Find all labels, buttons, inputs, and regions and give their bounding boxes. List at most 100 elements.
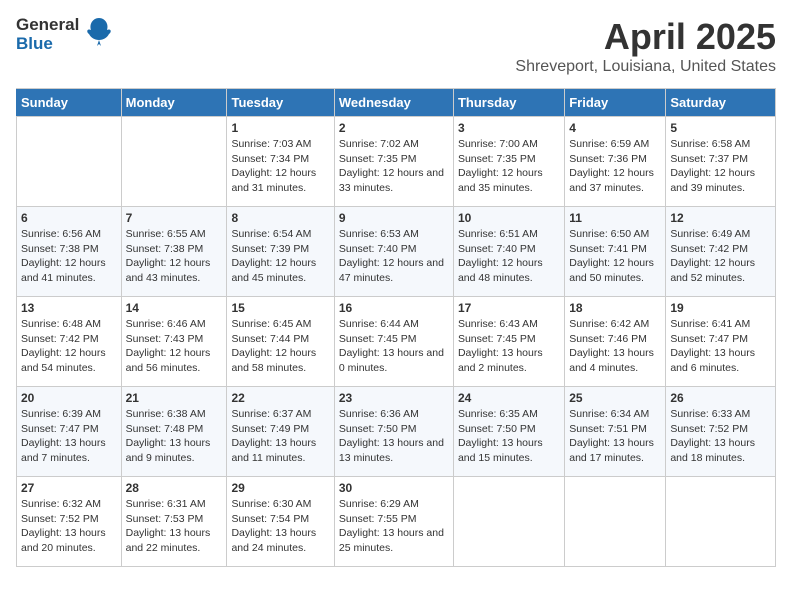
day-info: Sunrise: 6:43 AM Sunset: 7:45 PM Dayligh… — [458, 317, 560, 376]
day-info: Sunrise: 6:42 AM Sunset: 7:46 PM Dayligh… — [569, 317, 661, 376]
logo-blue: Blue — [16, 35, 79, 54]
calendar-cell: 4 Sunrise: 6:59 AM Sunset: 7:36 PM Daylig… — [565, 117, 666, 207]
column-header-friday: Friday — [565, 89, 666, 117]
day-info: Sunrise: 6:49 AM Sunset: 7:42 PM Dayligh… — [670, 227, 771, 286]
logo-bird-icon — [85, 16, 113, 53]
day-number: 5 — [670, 121, 771, 135]
day-number: 15 — [231, 301, 329, 315]
calendar-cell — [666, 477, 776, 567]
day-number: 2 — [339, 121, 449, 135]
day-info: Sunrise: 7:00 AM Sunset: 7:35 PM Dayligh… — [458, 137, 560, 196]
column-header-monday: Monday — [121, 89, 227, 117]
calendar-cell: 3 Sunrise: 7:00 AM Sunset: 7:35 PM Daylig… — [453, 117, 564, 207]
day-info: Sunrise: 7:03 AM Sunset: 7:34 PM Dayligh… — [231, 137, 329, 196]
calendar-cell: 13 Sunrise: 6:48 AM Sunset: 7:42 PM Dayli… — [17, 297, 122, 387]
day-number: 14 — [126, 301, 223, 315]
day-info: Sunrise: 6:36 AM Sunset: 7:50 PM Dayligh… — [339, 407, 449, 466]
day-number: 27 — [21, 481, 117, 495]
calendar-cell: 28 Sunrise: 6:31 AM Sunset: 7:53 PM Dayli… — [121, 477, 227, 567]
day-info: Sunrise: 6:45 AM Sunset: 7:44 PM Dayligh… — [231, 317, 329, 376]
calendar-cell: 1Sunrise: 7:03 AM Sunset: 7:34 PM Daylig… — [227, 117, 334, 207]
calendar-cell: 10 Sunrise: 6:51 AM Sunset: 7:40 PM Dayli… — [453, 207, 564, 297]
calendar-cell: 22 Sunrise: 6:37 AM Sunset: 7:49 PM Dayli… — [227, 387, 334, 477]
day-number: 25 — [569, 391, 661, 405]
title-block: April 2025 Shreveport, Louisiana, United… — [515, 16, 776, 76]
calendar-cell — [121, 117, 227, 207]
day-number: 20 — [21, 391, 117, 405]
day-number: 7 — [126, 211, 223, 225]
day-number: 23 — [339, 391, 449, 405]
day-number: 10 — [458, 211, 560, 225]
column-header-tuesday: Tuesday — [227, 89, 334, 117]
day-number: 4 — [569, 121, 661, 135]
calendar-cell: 5 Sunrise: 6:58 AM Sunset: 7:37 PM Daylig… — [666, 117, 776, 207]
calendar-cell: 14 Sunrise: 6:46 AM Sunset: 7:43 PM Dayli… — [121, 297, 227, 387]
day-info: Sunrise: 6:33 AM Sunset: 7:52 PM Dayligh… — [670, 407, 771, 466]
calendar-cell — [565, 477, 666, 567]
day-info: Sunrise: 6:59 AM Sunset: 7:36 PM Dayligh… — [569, 137, 661, 196]
day-number: 19 — [670, 301, 771, 315]
calendar-cell: 26Sunrise: 6:33 AM Sunset: 7:52 PM Dayli… — [666, 387, 776, 477]
calendar-cell: 27 Sunrise: 6:32 AM Sunset: 7:52 PM Dayli… — [17, 477, 122, 567]
calendar-cell: 24Sunrise: 6:35 AM Sunset: 7:50 PM Dayli… — [453, 387, 564, 477]
day-info: Sunrise: 6:38 AM Sunset: 7:48 PM Dayligh… — [126, 407, 223, 466]
day-number: 17 — [458, 301, 560, 315]
calendar-cell: 8Sunrise: 6:54 AM Sunset: 7:39 PM Daylig… — [227, 207, 334, 297]
calendar-cell: 12Sunrise: 6:49 AM Sunset: 7:42 PM Dayli… — [666, 207, 776, 297]
calendar-cell: 17 Sunrise: 6:43 AM Sunset: 7:45 PM Dayli… — [453, 297, 564, 387]
day-info: Sunrise: 6:35 AM Sunset: 7:50 PM Dayligh… — [458, 407, 560, 466]
calendar-week-row: 20 Sunrise: 6:39 AM Sunset: 7:47 PM Dayli… — [17, 387, 776, 477]
main-title: April 2025 — [515, 16, 776, 58]
day-info: Sunrise: 7:02 AM Sunset: 7:35 PM Dayligh… — [339, 137, 449, 196]
calendar-cell — [453, 477, 564, 567]
column-header-thursday: Thursday — [453, 89, 564, 117]
day-info: Sunrise: 6:58 AM Sunset: 7:37 PM Dayligh… — [670, 137, 771, 196]
subtitle: Shreveport, Louisiana, United States — [515, 58, 776, 76]
calendar-cell: 11Sunrise: 6:50 AM Sunset: 7:41 PM Dayli… — [565, 207, 666, 297]
calendar-cell: 25Sunrise: 6:34 AM Sunset: 7:51 PM Dayli… — [565, 387, 666, 477]
calendar-table: SundayMondayTuesdayWednesdayThursdayFrid… — [16, 88, 776, 567]
calendar-cell: 19Sunrise: 6:41 AM Sunset: 7:47 PM Dayli… — [666, 297, 776, 387]
day-info: Sunrise: 6:46 AM Sunset: 7:43 PM Dayligh… — [126, 317, 223, 376]
day-info: Sunrise: 6:39 AM Sunset: 7:47 PM Dayligh… — [21, 407, 117, 466]
column-header-saturday: Saturday — [666, 89, 776, 117]
logo: General Blue — [16, 16, 113, 53]
day-number: 11 — [569, 211, 661, 225]
day-number: 8 — [231, 211, 329, 225]
calendar-cell: 23 Sunrise: 6:36 AM Sunset: 7:50 PM Dayli… — [334, 387, 453, 477]
header: General Blue April 2025 Shreveport, Loui… — [16, 16, 776, 76]
day-info: Sunrise: 6:48 AM Sunset: 7:42 PM Dayligh… — [21, 317, 117, 376]
day-info: Sunrise: 6:55 AM Sunset: 7:38 PM Dayligh… — [126, 227, 223, 286]
calendar-cell: 20 Sunrise: 6:39 AM Sunset: 7:47 PM Dayli… — [17, 387, 122, 477]
day-info: Sunrise: 6:53 AM Sunset: 7:40 PM Dayligh… — [339, 227, 449, 286]
day-number: 30 — [339, 481, 449, 495]
day-number: 3 — [458, 121, 560, 135]
calendar-cell: 6Sunrise: 6:56 AM Sunset: 7:38 PM Daylig… — [17, 207, 122, 297]
calendar-cell: 9Sunrise: 6:53 AM Sunset: 7:40 PM Daylig… — [334, 207, 453, 297]
calendar-cell — [17, 117, 122, 207]
day-info: Sunrise: 6:37 AM Sunset: 7:49 PM Dayligh… — [231, 407, 329, 466]
day-info: Sunrise: 6:31 AM Sunset: 7:53 PM Dayligh… — [126, 497, 223, 556]
day-number: 13 — [21, 301, 117, 315]
calendar-week-row: 6Sunrise: 6:56 AM Sunset: 7:38 PM Daylig… — [17, 207, 776, 297]
calendar-cell: 21 Sunrise: 6:38 AM Sunset: 7:48 PM Dayli… — [121, 387, 227, 477]
day-info: Sunrise: 6:29 AM Sunset: 7:55 PM Dayligh… — [339, 497, 449, 556]
day-info: Sunrise: 6:32 AM Sunset: 7:52 PM Dayligh… — [21, 497, 117, 556]
day-info: Sunrise: 6:30 AM Sunset: 7:54 PM Dayligh… — [231, 497, 329, 556]
day-number: 18 — [569, 301, 661, 315]
calendar-cell: 29 Sunrise: 6:30 AM Sunset: 7:54 PM Dayli… — [227, 477, 334, 567]
column-header-sunday: Sunday — [17, 89, 122, 117]
day-info: Sunrise: 6:51 AM Sunset: 7:40 PM Dayligh… — [458, 227, 560, 286]
day-number: 29 — [231, 481, 329, 495]
column-header-wednesday: Wednesday — [334, 89, 453, 117]
day-info: Sunrise: 6:44 AM Sunset: 7:45 PM Dayligh… — [339, 317, 449, 376]
day-number: 21 — [126, 391, 223, 405]
calendar-cell: 15 Sunrise: 6:45 AM Sunset: 7:44 PM Dayli… — [227, 297, 334, 387]
calendar-cell: 16Sunrise: 6:44 AM Sunset: 7:45 PM Dayli… — [334, 297, 453, 387]
calendar-cell: 30 Sunrise: 6:29 AM Sunset: 7:55 PM Dayli… — [334, 477, 453, 567]
calendar-week-row: 13 Sunrise: 6:48 AM Sunset: 7:42 PM Dayli… — [17, 297, 776, 387]
day-number: 28 — [126, 481, 223, 495]
calendar-cell: 2 Sunrise: 7:02 AM Sunset: 7:35 PM Daylig… — [334, 117, 453, 207]
day-number: 22 — [231, 391, 329, 405]
day-info: Sunrise: 6:56 AM Sunset: 7:38 PM Dayligh… — [21, 227, 117, 286]
